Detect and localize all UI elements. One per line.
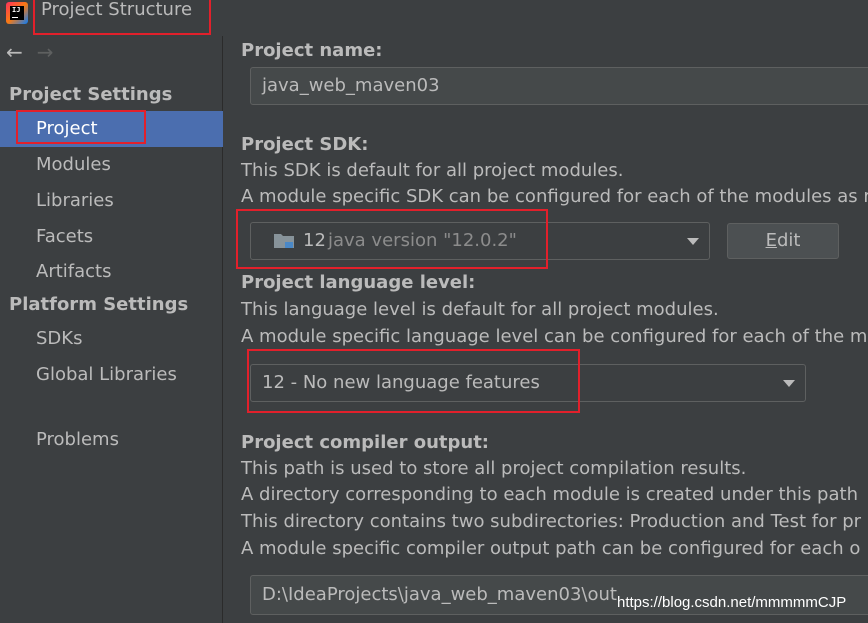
- sidebar-item-sdks[interactable]: SDKs: [0, 321, 223, 357]
- sidebar-item-label: Facets: [36, 226, 94, 247]
- project-sdk-select[interactable]: 12 java version "12.0.2": [250, 222, 710, 260]
- sidebar-item-project[interactable]: Project: [0, 111, 223, 147]
- project-name-label: Project name:: [241, 40, 383, 61]
- arrow-left-icon[interactable]: ←: [6, 40, 23, 64]
- language-level-desc: A module specific language level can be …: [241, 326, 868, 347]
- chevron-down-icon: [783, 380, 795, 387]
- sdk-version: 12: [303, 230, 326, 251]
- nav-arrows: ← →: [6, 40, 54, 64]
- compiler-output-desc: This directory contains two subdirectori…: [241, 511, 862, 532]
- sidebar-item-label: Problems: [36, 429, 119, 450]
- project-sdk-desc: A module specific SDK can be configured …: [241, 186, 868, 207]
- project-name-field[interactable]: java_web_maven03: [250, 67, 868, 105]
- window-title: Project Structure: [41, 0, 193, 20]
- sidebar-item-artifacts[interactable]: Artifacts: [0, 254, 223, 290]
- sidebar-item-problems[interactable]: Problems: [0, 422, 223, 458]
- sidebar-item-global-libraries[interactable]: Global Libraries: [0, 357, 223, 393]
- edit-mnemonic: E: [765, 230, 777, 251]
- intellij-idea-icon: IJ: [6, 2, 28, 24]
- sidebar-item-label: Global Libraries: [36, 364, 177, 385]
- project-sdk-label: Project SDK:: [241, 134, 369, 155]
- platform-settings-header: Platform Settings: [9, 294, 189, 315]
- compiler-output-label: Project compiler output:: [241, 432, 490, 453]
- project-name-value: java_web_maven03: [262, 75, 440, 96]
- sdk-folder-icon: [274, 234, 294, 248]
- language-level-value: 12 - No new language features: [262, 372, 540, 393]
- sidebar-item-libraries[interactable]: Libraries: [0, 183, 223, 219]
- language-level-desc: This language level is default for all p…: [241, 299, 719, 320]
- compiler-output-desc: This path is used to store all project c…: [241, 458, 747, 479]
- sidebar-item-label: Project: [36, 118, 98, 139]
- sidebar: ← → Project Settings Project Modules Libr…: [0, 36, 223, 623]
- title-bar: IJ Project Structure: [0, 0, 868, 36]
- project-settings-header: Project Settings: [9, 84, 173, 105]
- compiler-output-value: D:\IdeaProjects\java_web_maven03\out: [262, 584, 617, 605]
- arrow-right-icon[interactable]: →: [37, 40, 54, 64]
- watermark: https://blog.csdn.net/mmmmmCJP: [617, 594, 847, 611]
- project-sdk-desc: This SDK is default for all project modu…: [241, 160, 624, 181]
- language-level-select[interactable]: 12 - No new language features: [250, 364, 806, 402]
- sidebar-item-modules[interactable]: Modules: [0, 147, 223, 183]
- sidebar-item-label: Libraries: [36, 190, 114, 211]
- sidebar-item-label: Modules: [36, 154, 111, 175]
- sdk-version-detail: java version "12.0.2": [328, 230, 517, 251]
- sidebar-item-label: Artifacts: [36, 261, 112, 282]
- edit-label: dit: [776, 230, 801, 251]
- language-level-label: Project language level:: [241, 272, 476, 293]
- compiler-output-desc: A directory corresponding to each module…: [241, 484, 858, 505]
- sidebar-item-facets[interactable]: Facets: [0, 219, 223, 255]
- compiler-output-desc: A module specific compiler output path c…: [241, 538, 861, 559]
- edit-sdk-button[interactable]: Edit: [727, 223, 839, 259]
- chevron-down-icon: [687, 238, 699, 245]
- sidebar-item-label: SDKs: [36, 328, 83, 349]
- main-panel: Project name: java_web_maven03 Project S…: [224, 36, 868, 623]
